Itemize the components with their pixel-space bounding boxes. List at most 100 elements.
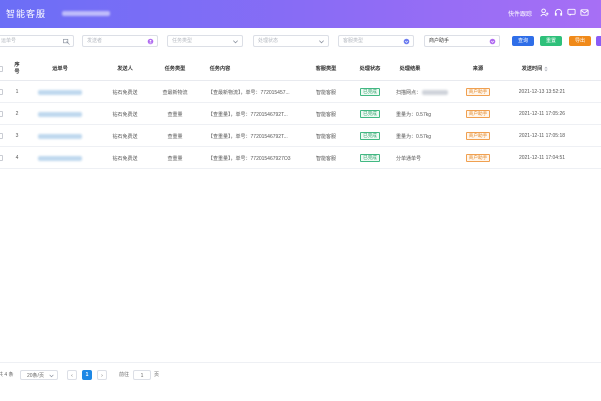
row-index: 2 — [15, 111, 19, 117]
source-badge: 商户助手 — [465, 132, 491, 140]
blurred-waybill — [38, 155, 82, 161]
col-time-label: 发送时间 — [521, 65, 543, 72]
source-badge: 商户助手 — [465, 154, 491, 162]
task-type-select[interactable]: 任务类型 — [167, 35, 243, 47]
row-waybill — [35, 81, 85, 103]
blurred-waybill — [38, 89, 82, 95]
row-sender: 钻石免费送 — [112, 133, 138, 140]
row-checkbox[interactable] — [0, 155, 3, 161]
task-type-placeholder: 任务类型 — [172, 38, 193, 44]
sender-input[interactable]: 发送者 — [82, 35, 158, 47]
assistant-value: 商户助手 — [429, 38, 450, 44]
row-task-type: 查最新物流 — [162, 89, 188, 96]
cs-type-icon — [403, 38, 410, 45]
table-row[interactable]: 1 钻石免费送 查最新物流 【查最新物流】，单号：772015457... 智能… — [0, 81, 601, 103]
row-sender: 钻石免费送 — [112, 155, 138, 162]
col-index-label: 序号 — [14, 62, 20, 75]
blurred-waybill — [38, 133, 82, 139]
status-select[interactable]: 处理状态 — [253, 35, 329, 47]
status-badge: 已完成 — [360, 154, 380, 162]
row-index: 1 — [15, 89, 19, 95]
table-row[interactable]: 2 钻石免费送 查重量 【查重量】，单号：77201546792T... 智能客… — [0, 103, 601, 125]
cs-type-placeholder: 客服类型 — [343, 38, 364, 44]
row-task-type: 查重量 — [167, 111, 183, 118]
more-button[interactable] — [596, 36, 601, 46]
select-all-checkbox[interactable] — [0, 66, 3, 72]
search-button[interactable]: 查询 — [512, 36, 534, 46]
blurred-result — [422, 89, 449, 95]
row-source: 商户助手 — [458, 103, 498, 125]
prev-page-button[interactable]: ‹ — [67, 370, 77, 380]
table-row[interactable]: 4 钻石免费送 查重量 【查重量】，单号：772015467927O3 智能客服… — [0, 147, 601, 169]
col-time[interactable]: 发送时间 — [510, 57, 560, 81]
table-row[interactable]: 3 钻石免费送 查重量 【查重量】，单号：77201546792T... 智能客… — [0, 125, 601, 147]
row-status: 已完成 — [350, 103, 390, 125]
row-status: 已完成 — [350, 125, 390, 147]
page-size-value: 20条/页 — [27, 373, 44, 379]
row-result: 扫描网点： — [396, 81, 456, 103]
pagination-total: 共 4 条 — [0, 372, 14, 378]
sender-placeholder: 发送者 — [87, 38, 103, 44]
col-sender: 发送人 — [117, 65, 133, 72]
express-tracking-link[interactable]: 快件跟踪 — [508, 9, 532, 18]
status-placeholder: 处理状态 — [258, 38, 279, 44]
chevron-down-icon — [233, 40, 238, 44]
sender-icon — [147, 38, 154, 45]
row-checkbox[interactable] — [0, 111, 3, 117]
row-waybill — [35, 147, 85, 169]
row-checkbox[interactable] — [0, 133, 3, 139]
row-cs-type: 智能客服 — [315, 111, 336, 118]
status-badge: 已完成 — [360, 110, 380, 118]
goto-page-input[interactable]: 1 — [133, 370, 151, 380]
sort-icon[interactable] — [544, 66, 549, 72]
col-index: 序号 — [10, 57, 24, 81]
chevron-down-icon — [319, 40, 324, 44]
source-badge: 商户助手 — [465, 110, 491, 118]
row-result: 分单通单号 — [396, 155, 422, 162]
app-header: 智能客服 快件跟踪 — [0, 0, 601, 28]
cs-type-select[interactable]: 客服类型 — [338, 35, 414, 47]
row-time: 2021-12-11 17:05:26 — [518, 111, 566, 117]
row-source: 商户助手 — [458, 147, 498, 169]
headset-icon[interactable] — [554, 8, 563, 17]
row-task-content: 【查最新物流】，单号：772015457... — [208, 89, 290, 96]
row-result: 重量为：0.57kg — [396, 111, 432, 118]
next-page-button[interactable]: › — [97, 370, 107, 380]
user-add-icon[interactable] — [540, 8, 549, 17]
row-task-type: 查重量 — [167, 133, 183, 140]
current-page-button[interactable]: 1 — [82, 370, 92, 380]
assistant-select[interactable]: 商户助手 — [424, 35, 500, 47]
chevron-down-icon — [49, 374, 54, 378]
reset-button[interactable]: 重置 — [540, 36, 562, 46]
row-time: 2021-12-13 13:52:21 — [518, 89, 566, 95]
row-task-content: 【查重量】，单号：772015467927O3 — [208, 155, 291, 162]
row-index: 3 — [15, 133, 19, 139]
row-task-type: 查重量 — [167, 155, 183, 162]
page-size-select[interactable]: 20条/页 — [20, 370, 58, 380]
status-badge: 已完成 — [360, 132, 380, 140]
col-status: 处理状态 — [359, 65, 381, 72]
row-source: 商户助手 — [458, 81, 498, 103]
row-checkbox[interactable] — [0, 89, 3, 95]
row-waybill — [35, 125, 85, 147]
row-status: 已完成 — [350, 147, 390, 169]
col-cs-type: 客服类型 — [315, 65, 337, 72]
row-task-content: 【查重量】，单号：77201546792T... — [208, 133, 288, 140]
mail-icon[interactable] — [580, 8, 589, 17]
row-result: 重量为：0.57kg — [396, 133, 432, 140]
col-result: 处理结果 — [399, 65, 421, 72]
goto-label: 前往 — [119, 372, 130, 378]
barcode-icon — [63, 38, 70, 45]
col-task-type: 任务类型 — [164, 65, 186, 72]
chat-icon[interactable] — [567, 8, 576, 17]
waybill-input[interactable]: 运单号 — [0, 35, 74, 47]
app-title: 智能客服 — [6, 9, 47, 19]
footer-divider — [0, 362, 601, 363]
row-sender: 钻石免费送 — [112, 111, 138, 118]
row-sender: 钻石免费送 — [112, 89, 138, 96]
row-waybill — [35, 103, 85, 125]
export-button[interactable]: 导出 — [569, 36, 591, 46]
row-source: 商户助手 — [458, 125, 498, 147]
row-result-text: 扫描网点： — [396, 89, 422, 96]
goto-suffix: 页 — [154, 372, 160, 378]
